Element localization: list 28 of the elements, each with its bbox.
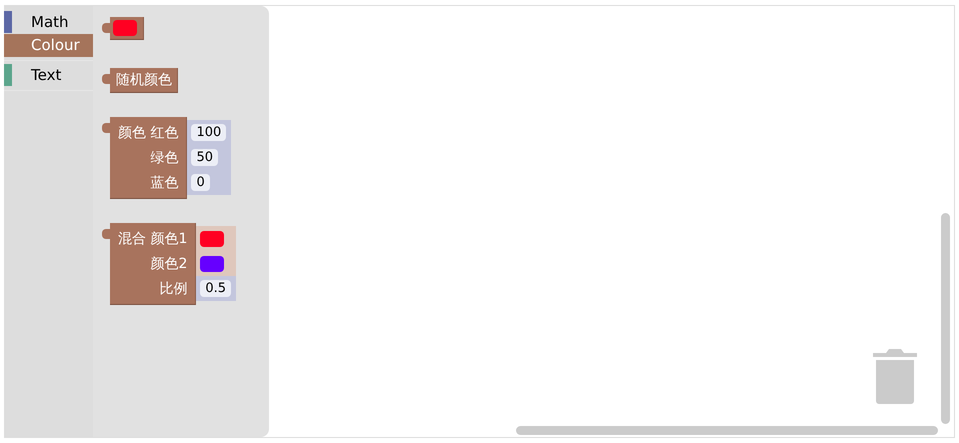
number-block[interactable]: 0 bbox=[187, 170, 232, 195]
trash-icon[interactable] bbox=[873, 349, 917, 404]
block-label: 蓝色 bbox=[149, 174, 180, 192]
block-label: 绿色 bbox=[149, 148, 180, 168]
number-block[interactable]: 0.5 bbox=[196, 276, 236, 301]
colour-swatch[interactable] bbox=[113, 20, 137, 36]
number-field[interactable]: 0.5 bbox=[200, 280, 232, 297]
number-field[interactable]: 0 bbox=[191, 174, 210, 191]
number-block[interactable]: 100 bbox=[187, 120, 232, 145]
vertical-scrollbar[interactable] bbox=[941, 213, 950, 424]
number-field[interactable]: 50 bbox=[191, 149, 218, 166]
horizontal-scrollbar[interactable] bbox=[516, 426, 938, 435]
colour-block[interactable] bbox=[196, 226, 236, 251]
block-label: 颜色 红色 bbox=[117, 124, 180, 142]
category-item[interactable]: Math bbox=[4, 11, 93, 34]
colour-swatch[interactable] bbox=[200, 256, 224, 272]
number-block[interactable]: 50 bbox=[187, 145, 232, 170]
block-label: 比例 bbox=[158, 280, 188, 298]
colour-block[interactable]: 颜色 红色 绿色 蓝色 bbox=[110, 117, 188, 199]
random-colour-block[interactable]: 随机颜色 bbox=[110, 68, 178, 93]
block-label: 混合 颜色1 bbox=[117, 230, 188, 248]
category-item[interactable]: Colour bbox=[4, 34, 93, 57]
category-item[interactable]: Text bbox=[4, 64, 93, 87]
number-field[interactable]: 100 bbox=[191, 124, 226, 141]
block-label: 颜色2 bbox=[149, 254, 188, 274]
colour-block[interactable]: 混合 颜色1 颜色2 比例 bbox=[110, 223, 196, 305]
colour-block[interactable] bbox=[196, 251, 236, 276]
colour-swatch[interactable] bbox=[200, 230, 224, 246]
